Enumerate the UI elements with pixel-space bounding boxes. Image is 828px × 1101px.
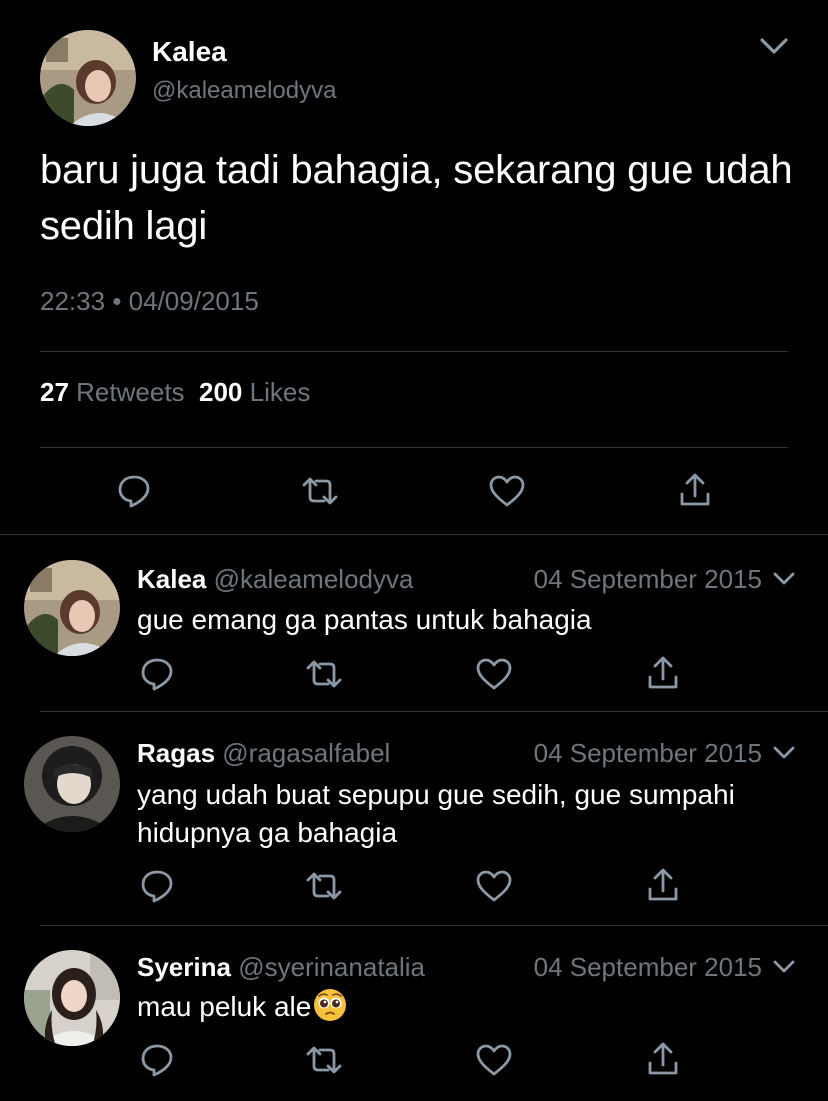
reply-date: 04 September 2015: [533, 738, 762, 768]
retweets-link[interactable]: 27 Retweets: [40, 377, 185, 407]
retweet-button[interactable]: [304, 870, 344, 907]
reply-icon: [141, 870, 173, 903]
divider: [40, 351, 788, 352]
retweet-button[interactable]: [300, 475, 340, 507]
divider: [0, 534, 828, 535]
share-icon: [648, 868, 678, 901]
heart-icon: [476, 1044, 512, 1076]
retweet-icon: [306, 872, 342, 900]
reply-icon: [141, 1044, 173, 1077]
like-button[interactable]: [475, 1043, 513, 1082]
reply-author-name[interactable]: Ragas: [137, 738, 215, 768]
retweets-count: 27: [40, 377, 69, 407]
chevron-down-icon[interactable]: [770, 740, 798, 769]
pleading-face-emoji: [313, 988, 347, 1032]
share-icon: [648, 1042, 678, 1075]
like-button[interactable]: [475, 657, 513, 696]
tweet-time: 22:33: [40, 286, 106, 316]
share-button[interactable]: [646, 655, 680, 696]
tweet-text: baru juga tadi bahagia, sekarang gue uda…: [40, 148, 793, 248]
reply-author-name[interactable]: Syerina: [137, 952, 231, 982]
retweets-label: Retweets: [76, 377, 185, 407]
reply-header: Syerina @syerinanatalia: [137, 951, 425, 983]
divider: [40, 447, 788, 448]
likes-link[interactable]: 200 Likes: [199, 377, 310, 407]
likes-count: 200: [199, 377, 243, 407]
tweet-stats: 27 Retweets 200 Likes: [40, 374, 310, 410]
heart-icon: [476, 658, 512, 690]
retweet-button[interactable]: [304, 1044, 344, 1081]
reply-text: yang udah buat sepupu gue sedih, gue sum…: [137, 779, 735, 848]
reply-text-content: mau peluk ale: [137, 991, 312, 1022]
retweet-icon: [302, 477, 338, 505]
share-button[interactable]: [646, 1041, 680, 1082]
reply-avatar[interactable]: [24, 560, 120, 656]
reply-avatar[interactable]: [24, 950, 120, 1046]
like-button[interactable]: [488, 474, 526, 508]
reply-date: 04 September 2015: [533, 564, 762, 594]
tweet-date: 04/09/2015: [128, 286, 259, 316]
reply-icon: [118, 475, 150, 508]
likes-label: Likes: [249, 377, 311, 407]
reply-text: gue emang ga pantas untuk bahagia: [137, 604, 592, 635]
divider: [40, 711, 828, 712]
reply-author-handle[interactable]: @syerinanatalia: [238, 952, 425, 982]
heart-icon: [489, 475, 525, 507]
retweet-button[interactable]: [304, 658, 344, 695]
tweet-timestamp: 22:33 • 04/09/2015: [40, 284, 259, 318]
share-icon: [680, 473, 710, 506]
timestamp-separator: •: [112, 286, 122, 316]
chevron-down-icon[interactable]: [770, 566, 798, 595]
share-button[interactable]: [678, 472, 712, 508]
reply-button[interactable]: [139, 656, 175, 697]
retweet-icon: [306, 1046, 342, 1074]
reply-button[interactable]: [116, 473, 152, 509]
reply-button[interactable]: [139, 868, 175, 909]
author-name[interactable]: Kalea: [152, 36, 227, 68]
divider: [40, 925, 828, 926]
reply-author-handle[interactable]: @kaleamelodyva: [214, 564, 414, 594]
author-handle[interactable]: @kaleamelodyva: [152, 76, 336, 106]
reply-author-name[interactable]: Kalea: [137, 564, 206, 594]
heart-icon: [476, 870, 512, 902]
reply-avatar[interactable]: [24, 736, 120, 832]
reply-button[interactable]: [139, 1042, 175, 1083]
reply-author-handle[interactable]: @ragasalfabel: [222, 738, 390, 768]
reply-date: 04 September 2015: [533, 952, 762, 982]
share-icon: [648, 656, 678, 689]
like-button[interactable]: [475, 869, 513, 908]
share-button[interactable]: [646, 867, 680, 908]
reply-icon: [141, 658, 173, 691]
retweet-icon: [306, 660, 342, 688]
author-avatar[interactable]: [40, 30, 136, 126]
chevron-down-icon[interactable]: [770, 954, 798, 983]
reply-header: Kalea @kaleamelodyva: [137, 563, 413, 595]
reply-header: Ragas @ragasalfabel: [137, 737, 390, 769]
reply-text: mau peluk ale: [137, 988, 777, 1032]
chevron-down-icon[interactable]: [756, 30, 792, 65]
